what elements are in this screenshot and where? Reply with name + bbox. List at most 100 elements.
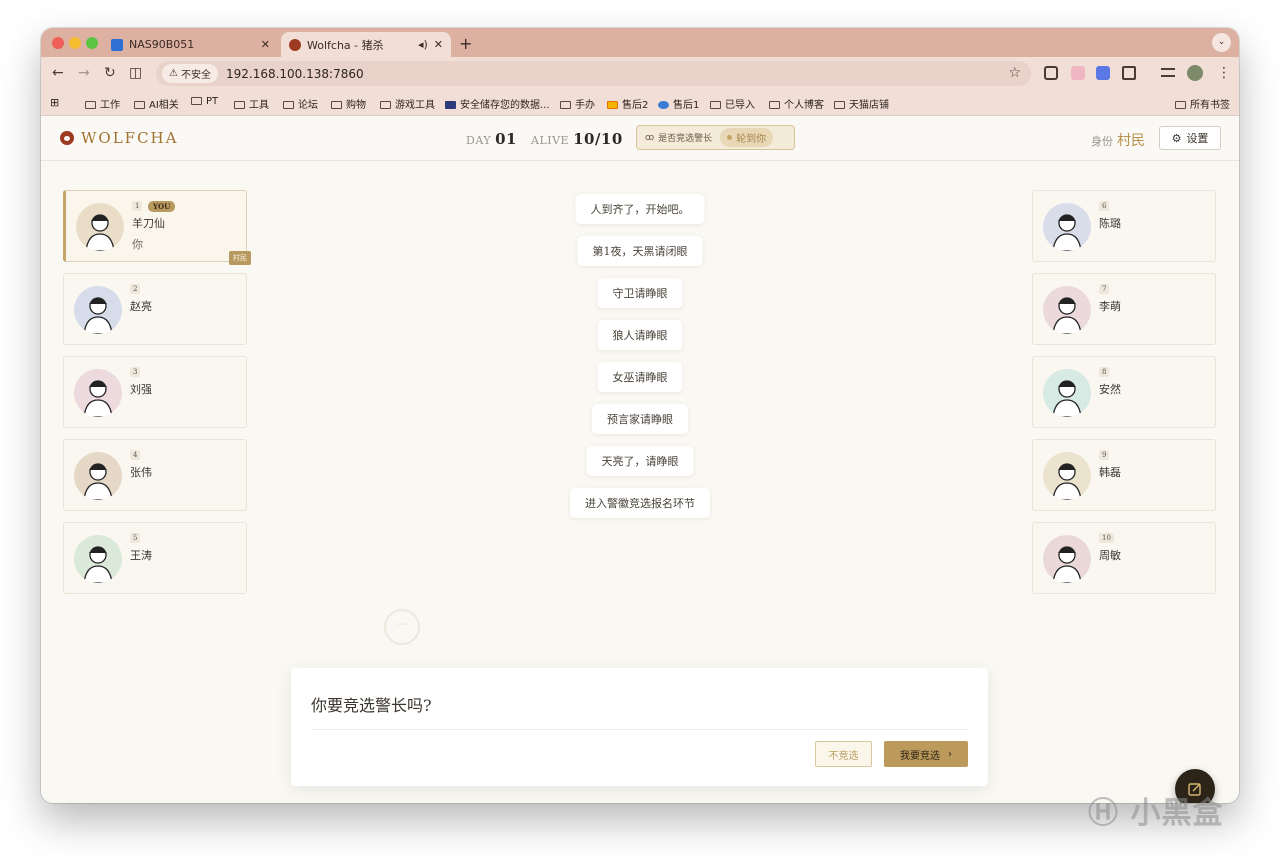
apps-grid-icon[interactable]: ⊞ bbox=[50, 96, 59, 109]
bookmark-star-icon[interactable]: ☆ bbox=[1008, 65, 1021, 81]
bookmark-folder[interactable]: 工作 bbox=[85, 96, 120, 111]
wolfcha-favicon-icon bbox=[289, 38, 301, 51]
close-window-button[interactable] bbox=[52, 37, 64, 49]
back-arrow-icon[interactable]: ← bbox=[52, 65, 64, 81]
player-avatar bbox=[74, 369, 122, 417]
avatar[interactable] bbox=[1187, 65, 1203, 81]
extension-icon[interactable] bbox=[1096, 66, 1110, 80]
decline-label: 不竞选 bbox=[828, 750, 859, 762]
bookmark-folder[interactable]: 工具 bbox=[234, 96, 269, 111]
bookmark-label: 已导入 bbox=[725, 100, 755, 111]
bookmark-folder[interactable]: 购物 bbox=[331, 96, 366, 111]
browser-menu-icon[interactable]: ⋮ bbox=[1217, 65, 1231, 81]
folder-icon bbox=[191, 97, 202, 105]
minimize-window-button[interactable] bbox=[69, 37, 81, 49]
new-tab-button[interactable]: + bbox=[459, 34, 472, 53]
chat-bubble-icon: ··· bbox=[384, 609, 420, 645]
bookmark-folder[interactable]: AI相关 bbox=[134, 96, 179, 111]
log-message: 第1夜，天黑请闭眼 bbox=[577, 236, 703, 266]
split-view-icon[interactable]: ◫ bbox=[129, 65, 142, 81]
player-name: 李萌 bbox=[1099, 300, 1121, 313]
bookmark-folder[interactable]: 论坛 bbox=[283, 96, 318, 111]
settings-button[interactable]: ⚙ 设置 bbox=[1159, 126, 1221, 150]
bookmark-label: 安全储存您的数据... bbox=[460, 100, 550, 111]
run-for-sheriff-button[interactable]: 我要竞选 › bbox=[884, 741, 968, 767]
bookmarks-bar: ⊞ 工作 AI相关 PT 工具 论坛 购物 游戏工具 安全储存您的数据... 手… bbox=[41, 90, 1239, 116]
extension-icon[interactable] bbox=[1071, 66, 1085, 80]
gear-icon: ⚙ bbox=[1171, 131, 1182, 145]
player-card[interactable]: 3 刘强 bbox=[63, 356, 247, 428]
speaker-icon[interactable]: ◂) bbox=[418, 38, 428, 51]
identity-value: 村民 bbox=[1117, 133, 1145, 149]
browser-toolbar: ← → ↻ ◫ ⚠ 不安全 192.168.100.138:7860 ☆ ⋮ bbox=[41, 57, 1239, 90]
bookmark-link[interactable]: 安全储存您的数据... bbox=[445, 96, 550, 111]
player-number: 4 bbox=[130, 450, 141, 460]
bookmark-link[interactable]: 售后2 bbox=[607, 96, 648, 111]
folder-icon bbox=[560, 101, 571, 109]
puzzle-extensions-icon[interactable] bbox=[1122, 66, 1136, 80]
game-header: WOLFCHA DAY 01 ALIVE 10/10 ꝏ 是否竞选警长 轮到你 身份… bbox=[41, 116, 1239, 161]
bookmark-folder[interactable]: 个人博客 bbox=[769, 96, 824, 111]
security-chip[interactable]: ⚠ 不安全 bbox=[162, 64, 218, 83]
bookmark-label: 售后2 bbox=[622, 100, 649, 111]
tab-nas[interactable]: NAS90B051 ✕ bbox=[103, 32, 278, 57]
identity-display: 身份 村民 bbox=[1091, 130, 1145, 150]
watermark-logo-icon: Ⓗ bbox=[1088, 796, 1119, 831]
log-message: 守卫请睁眼 bbox=[597, 278, 683, 308]
watermark-text: 小黑盒 bbox=[1130, 796, 1224, 831]
tab-title: NAS90B051 bbox=[129, 38, 195, 51]
reload-icon[interactable]: ↻ bbox=[104, 65, 116, 81]
log-message: 女巫请睁眼 bbox=[597, 362, 683, 392]
tab-search-chevron-icon[interactable]: ⌄ bbox=[1212, 33, 1231, 52]
player-card[interactable]: 2 赵亮 bbox=[63, 273, 247, 345]
bookmark-folder[interactable]: 游戏工具 bbox=[380, 96, 435, 111]
folder-icon bbox=[234, 101, 245, 109]
dialog-question: 你要竞选警长吗? bbox=[311, 696, 432, 715]
windows-icon bbox=[607, 101, 618, 109]
reading-list-icon[interactable] bbox=[1161, 68, 1175, 77]
bookmark-label: 游戏工具 bbox=[395, 100, 435, 111]
forward-arrow-icon[interactable]: → bbox=[78, 65, 90, 81]
player-avatar bbox=[74, 452, 122, 500]
bookmark-label: PT bbox=[206, 96, 219, 107]
player-card[interactable]: 9 韩磊 bbox=[1032, 439, 1216, 511]
bookmark-label: AI相关 bbox=[149, 100, 179, 111]
player-avatar bbox=[1043, 535, 1091, 583]
bookmark-label: 购物 bbox=[346, 100, 366, 111]
zoom-window-button[interactable] bbox=[86, 37, 98, 49]
tab-wolfcha[interactable]: Wolfcha - 猪杀 ◂) ✕ bbox=[281, 32, 451, 57]
bookmark-folder[interactable]: 手办 bbox=[560, 96, 595, 111]
player-card[interactable]: 5 王涛 bbox=[63, 522, 247, 594]
folder-icon bbox=[134, 101, 145, 109]
log-message: 天亮了，请睁眼 bbox=[586, 446, 694, 476]
player-card[interactable]: 6 陈璐 bbox=[1032, 190, 1216, 262]
dialog-divider bbox=[311, 729, 968, 730]
bookmark-link[interactable]: 售后1 bbox=[658, 96, 699, 111]
bookmark-folder[interactable]: 已导入 bbox=[710, 96, 755, 111]
bookmark-folder[interactable]: 天猫店铺 bbox=[834, 96, 889, 111]
player-card[interactable]: 8 安然 bbox=[1032, 356, 1216, 428]
bookmark-folder[interactable]: PT bbox=[191, 96, 218, 107]
player-avatar bbox=[76, 203, 124, 251]
extension-icon[interactable] bbox=[1044, 66, 1058, 80]
decline-button[interactable]: 不竞选 bbox=[815, 741, 872, 767]
player-card[interactable]: 1 YOU 羊刀仙你村民 bbox=[63, 190, 251, 265]
close-tab-icon[interactable]: ✕ bbox=[261, 38, 270, 51]
warning-icon: ⚠ bbox=[169, 68, 178, 79]
nas-favicon-icon bbox=[111, 38, 123, 51]
player-card[interactable]: 4 张伟 bbox=[63, 439, 247, 511]
url-text[interactable]: 192.168.100.138:7860 bbox=[226, 67, 364, 81]
player-name: 羊刀仙 bbox=[132, 217, 165, 230]
close-tab-icon[interactable]: ✕ bbox=[434, 38, 443, 51]
player-card[interactable]: 7 李萌 bbox=[1032, 273, 1216, 345]
bookmark-label: 论坛 bbox=[298, 100, 318, 111]
player-avatar bbox=[1043, 203, 1091, 251]
folder-icon bbox=[85, 101, 96, 109]
bookmark-label: 工具 bbox=[249, 100, 269, 111]
player-card[interactable]: 10 周敏 bbox=[1032, 522, 1216, 594]
all-bookmarks-folder[interactable]: 所有书签 bbox=[1175, 96, 1230, 111]
bookmark-label: 手办 bbox=[575, 100, 595, 111]
identity-label: 身份 bbox=[1091, 135, 1113, 148]
address-bar[interactable]: ⚠ 不安全 192.168.100.138:7860 ☆ bbox=[156, 61, 1031, 86]
player-name: 安然 bbox=[1099, 383, 1121, 396]
